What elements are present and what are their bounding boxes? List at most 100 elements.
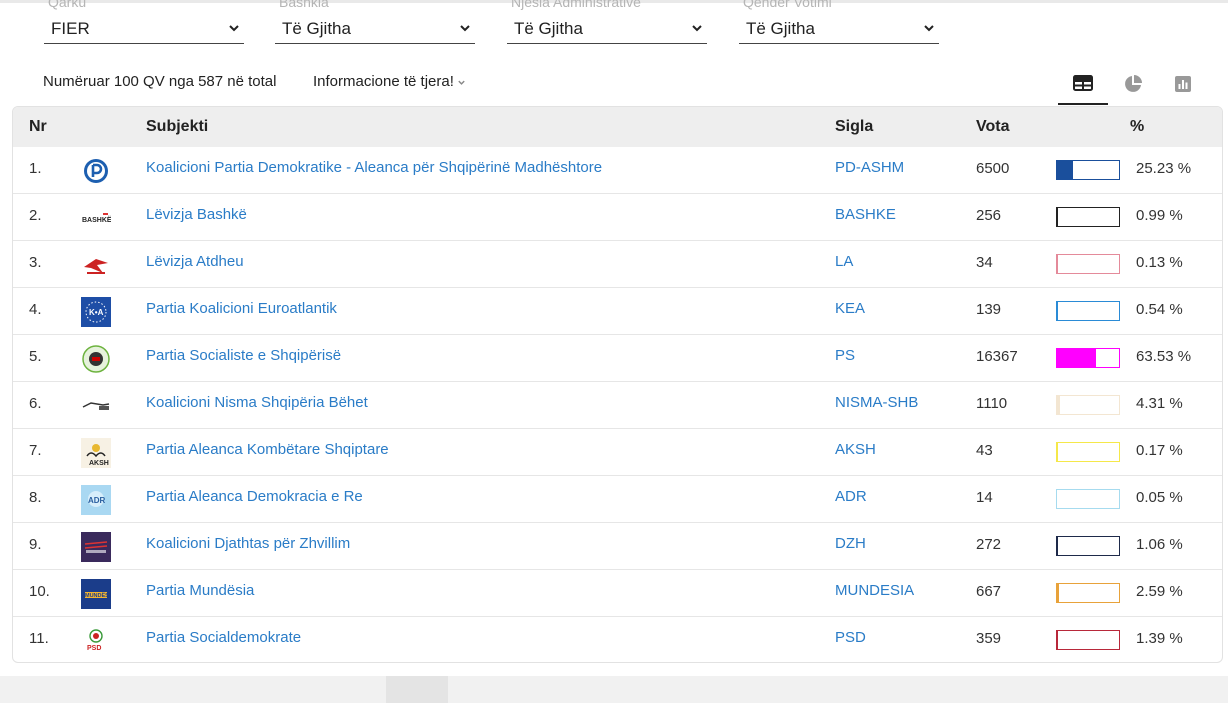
row-number: 8. bbox=[29, 489, 42, 506]
table-row: 11. PSD Partia Socialdemokrate PSD 359 1.39 % bbox=[13, 617, 1222, 662]
kea-logo: K•A bbox=[81, 297, 111, 327]
subject-link[interactable]: Koalicioni Partia Demokratike - Aleanca … bbox=[146, 159, 602, 176]
percent-bar bbox=[1056, 489, 1120, 509]
percent-value: 0.54 % bbox=[1136, 301, 1183, 318]
sigla-link[interactable]: PSD bbox=[835, 629, 866, 646]
percent-bar-fill bbox=[1057, 396, 1060, 414]
row-number: 9. bbox=[29, 536, 42, 553]
row-number: 5. bbox=[29, 348, 42, 365]
subject-link[interactable]: Partia Aleanca Kombëtare Shqiptare bbox=[146, 441, 389, 458]
percent-bar bbox=[1056, 254, 1120, 274]
view-tabs bbox=[1058, 62, 1208, 105]
aksh-logo: AKSH bbox=[81, 438, 111, 468]
row-number: 11. bbox=[29, 630, 49, 647]
tab-table-view[interactable] bbox=[1058, 62, 1108, 105]
row-number: 2. bbox=[29, 207, 42, 224]
adr-logo: ADR bbox=[81, 485, 111, 515]
filter-label: Njësia Administrative bbox=[511, 0, 641, 10]
sigla-link[interactable]: PS bbox=[835, 347, 855, 364]
subject-link[interactable]: Partia Socialdemokrate bbox=[146, 629, 301, 646]
filter-label: Qarku bbox=[48, 0, 87, 10]
results-table: Nr Subjekti Sigla Vota % 1. Koalicioni Pa… bbox=[12, 106, 1223, 663]
row-number: 3. bbox=[29, 254, 42, 271]
vote-count: 272 bbox=[976, 536, 1002, 553]
ps-logo bbox=[81, 344, 111, 374]
filter-select[interactable]: Të Gjitha bbox=[739, 18, 939, 44]
percent-bar bbox=[1056, 160, 1120, 180]
filter-bar: Qarku FIER Bashkia Të Gjitha Njësia Admi… bbox=[44, 0, 964, 48]
sigla-link[interactable]: DZH bbox=[835, 535, 866, 552]
table-row: 5. Partia Socialiste e Shqipërisë PS 16367 6… bbox=[13, 335, 1222, 382]
pie-chart-icon bbox=[1125, 74, 1142, 92]
percent-bar bbox=[1056, 630, 1120, 650]
subject-link[interactable]: Partia Mundësia bbox=[146, 582, 254, 599]
filter-label: Bashkia bbox=[279, 0, 329, 10]
filter-qender-votimi[interactable]: Qendër Votimi Të Gjitha bbox=[739, 0, 939, 44]
subject-link[interactable]: Partia Koalicioni Euroatlantik bbox=[146, 300, 337, 317]
table-icon bbox=[1073, 74, 1093, 91]
table-row: 7. AKSH Partia Aleanca Kombëtare Shqiptare… bbox=[13, 429, 1222, 476]
row-number: 1. bbox=[29, 160, 42, 177]
subject-link[interactable]: Lëvizja Atdheu bbox=[146, 253, 244, 270]
table-row: 10. MUNDËSIA Partia Mundësia MUNDESIA 667 2.5… bbox=[13, 570, 1222, 617]
sigla-link[interactable]: MUNDESIA bbox=[835, 582, 914, 599]
row-number: 10. bbox=[29, 583, 50, 600]
chevron-down-icon bbox=[692, 25, 702, 32]
sigla-link[interactable]: NISMA-SHB bbox=[835, 394, 918, 411]
subject-link[interactable]: Koalicioni Nisma Shqipëria Bëhet bbox=[146, 394, 368, 411]
percent-value: 63.53 % bbox=[1136, 348, 1192, 365]
svg-text:K•A: K•A bbox=[89, 308, 104, 317]
footer-button[interactable] bbox=[386, 676, 448, 703]
percent-bar bbox=[1056, 583, 1120, 603]
tab-bar-view[interactable] bbox=[1158, 62, 1208, 105]
sigla-link[interactable]: LA bbox=[835, 253, 853, 270]
sigla-link[interactable]: PD-ASHM bbox=[835, 159, 904, 176]
percent-bar-fill bbox=[1057, 584, 1059, 602]
svg-text:PSD: PSD bbox=[87, 645, 101, 652]
sigla-link[interactable]: ADR bbox=[835, 488, 867, 505]
sigla-link[interactable]: KEA bbox=[835, 300, 865, 317]
vote-count: 43 bbox=[976, 442, 993, 459]
filter-qarku[interactable]: Qarku FIER bbox=[44, 0, 244, 44]
filter-njesia[interactable]: Njësia Administrative Të Gjitha bbox=[507, 0, 707, 44]
filter-bashkia[interactable]: Bashkia Të Gjitha bbox=[275, 0, 475, 44]
vote-count: 6500 bbox=[976, 160, 1010, 177]
chevron-down-icon bbox=[458, 80, 465, 85]
percent-value: 0.99 % bbox=[1136, 207, 1183, 224]
tab-pie-view[interactable] bbox=[1108, 62, 1158, 105]
filter-select[interactable]: FIER bbox=[44, 18, 244, 44]
svg-text:AKSH: AKSH bbox=[89, 460, 109, 467]
percent-bar bbox=[1056, 207, 1120, 227]
vote-count: 359 bbox=[976, 630, 1002, 647]
percent-bar bbox=[1056, 348, 1120, 368]
mundesia-logo: MUNDËSIA bbox=[81, 579, 111, 609]
vote-count: 14 bbox=[976, 489, 993, 506]
svg-text:MUNDËSIA: MUNDËSIA bbox=[85, 592, 111, 599]
filter-value: FIER bbox=[51, 19, 90, 38]
percent-bar-fill bbox=[1057, 349, 1097, 367]
chevron-down-icon bbox=[229, 25, 239, 32]
sigla-link[interactable]: BASHKE bbox=[835, 206, 896, 223]
percent-bar-fill bbox=[1057, 631, 1058, 649]
table-row: 8. ADR Partia Aleanca Demokracia e Re ADR 14… bbox=[13, 476, 1222, 523]
sigla-link[interactable]: AKSH bbox=[835, 441, 876, 458]
table-row: 4. K•A Partia Koalicioni Euroatlantik KEA 13… bbox=[13, 288, 1222, 335]
more-info-toggle[interactable]: Informacione të tjera! bbox=[313, 73, 466, 90]
subject-link[interactable]: Partia Aleanca Demokracia e Re bbox=[146, 488, 363, 505]
filter-value: Të Gjitha bbox=[282, 19, 351, 38]
row-number: 4. bbox=[29, 301, 42, 318]
bar-chart-icon bbox=[1175, 75, 1191, 92]
subject-link[interactable]: Koalicioni Djathtas për Zhvillim bbox=[146, 535, 350, 552]
vote-count: 16367 bbox=[976, 348, 1018, 365]
subject-link[interactable]: Partia Socialiste e Shqipërisë bbox=[146, 347, 341, 364]
filter-select[interactable]: Të Gjitha bbox=[507, 18, 707, 44]
filter-select[interactable]: Të Gjitha bbox=[275, 18, 475, 44]
subject-link[interactable]: Lëvizja Bashkë bbox=[146, 206, 247, 223]
header-votes: Vota bbox=[976, 118, 1010, 135]
counted-summary: Numëruar 100 QV nga 587 në total bbox=[43, 73, 277, 90]
table-row: 9. Koalicioni Djathtas për Zhvillim DZH 272… bbox=[13, 523, 1222, 570]
table-row: 1. Koalicioni Partia Demokratike - Aleanc… bbox=[13, 147, 1222, 194]
dzh-logo bbox=[81, 532, 111, 562]
header-sigla: Sigla bbox=[835, 118, 874, 135]
vote-count: 256 bbox=[976, 207, 1002, 224]
